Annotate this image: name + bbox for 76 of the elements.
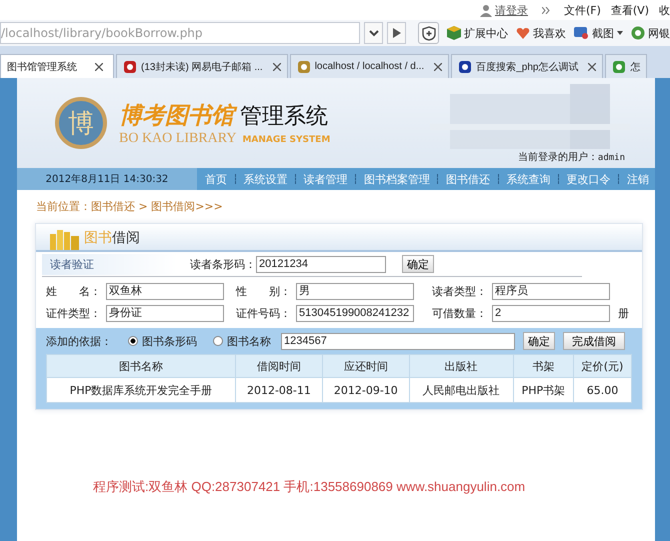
input-field[interactable]: 身份证 [106,305,224,322]
reader-barcode-field[interactable]: 20121234 [256,256,386,272]
table-cell: 人民邮电出版社 [409,378,514,402]
column-header: 应还时间 [322,354,410,378]
book-search-field[interactable]: 1234567 [281,332,515,350]
library-logo: 博 [55,97,107,149]
date-time: 2012年8月11日 14:30:32 [17,168,197,190]
login-link[interactable]: 请登录 [480,2,528,18]
close-icon[interactable] [272,62,281,70]
menu-item[interactable]: 文件(F) [564,2,601,18]
current-user: 当前登录的用户：admin [518,150,625,164]
menu-item[interactable]: 收 [659,2,670,18]
column-header: 定价(元) [574,354,632,378]
confirm-button[interactable]: 确定 [402,255,434,273]
browser-tab[interactable]: 图书馆管理系统 [0,54,114,78]
field-label: 可借数量： [432,306,488,321]
screenshot-icon [574,26,590,40]
radio-button[interactable] [128,336,138,346]
field-label: 证件类型： [46,306,102,321]
system-title: 管理系统 [240,102,328,130]
shield-icon [422,26,436,40]
toolbar-button[interactable]: 截图 [574,26,624,40]
input-field[interactable]: 男 [296,283,414,300]
radio-option[interactable]: 图书条形码 [128,334,197,348]
browser-tab[interactable]: (13封未读) 网易电子邮箱 ... [116,54,288,78]
table-cell: PHP书架 [513,378,574,402]
input-field[interactable]: 513045199008241232 [296,305,414,322]
toolbar-button[interactable]: 我喜欢 [516,26,566,40]
menu-item[interactable]: 查看(V) [610,2,649,18]
field-label: 读者条形码： [190,256,256,272]
browser-tab[interactable]: 百度搜索_php怎么调试 [451,54,604,78]
field-label: 读者类型： [432,284,488,299]
panel-title: 图书借阅 [84,229,140,247]
heart-icon [516,26,530,40]
toolbar-button[interactable]: 网银 [631,26,670,40]
column-header: 书架 [513,354,574,378]
books-icon [50,228,80,250]
table-cell: 2012-08-11 [235,378,322,402]
caret-icon [617,31,624,35]
play-icon [392,28,401,38]
table-cell: 2012-09-10 [322,378,410,402]
column-header: 出版社 [409,354,514,378]
system-subtitle: MANAGE SYSTEM [242,134,330,144]
input-field[interactable]: 2 [492,305,610,322]
breadcrumb: 当前位置：图书借还 > 图书借阅>>> [35,199,224,213]
input-field[interactable]: 程序员 [492,283,610,300]
logo-subtitle: BO KAO LIBRARY [119,130,236,146]
shield-button[interactable] [418,22,440,44]
browser-tab[interactable]: localhost / localhost / d... [290,54,450,78]
toolbar-button[interactable]: 扩展中心 [447,26,508,40]
go-button[interactable] [387,22,406,44]
radio-option[interactable]: 图书名称 [213,334,271,348]
field-label: 添加的依据： [46,334,112,348]
field-label: 证件号码： [236,306,292,321]
field-label: 性 别： [236,284,292,299]
field-label: 姓 名： [46,284,102,299]
credit-text: 程序测试:双鱼林 QQ:287307421 手机:13558690869 www.shuangyulin.com [93,478,526,496]
table-cell: 65.00 [574,378,632,402]
radio-button[interactable] [213,336,223,346]
close-icon[interactable] [588,62,596,70]
column-header: 图书名称 [46,354,236,378]
table-cell: PHP数据库系统开发完全手册 [46,378,236,402]
cube-icon [447,26,462,40]
browser-tab[interactable]: 怎 [605,54,648,78]
user-icon [480,4,492,16]
input-field[interactable]: 双鱼林 [106,283,224,300]
caret-icon [368,30,379,36]
unit-label: 册 [618,306,629,321]
action-button[interactable]: 完成借阅 [563,332,625,350]
chevron-icon[interactable] [542,6,550,14]
close-icon[interactable] [95,62,103,70]
action-button[interactable]: 确定 [523,332,555,350]
column-header: 借阅时间 [235,354,322,378]
dropdown-button[interactable] [364,22,384,44]
close-icon[interactable] [434,62,442,70]
coin-icon [631,26,646,40]
